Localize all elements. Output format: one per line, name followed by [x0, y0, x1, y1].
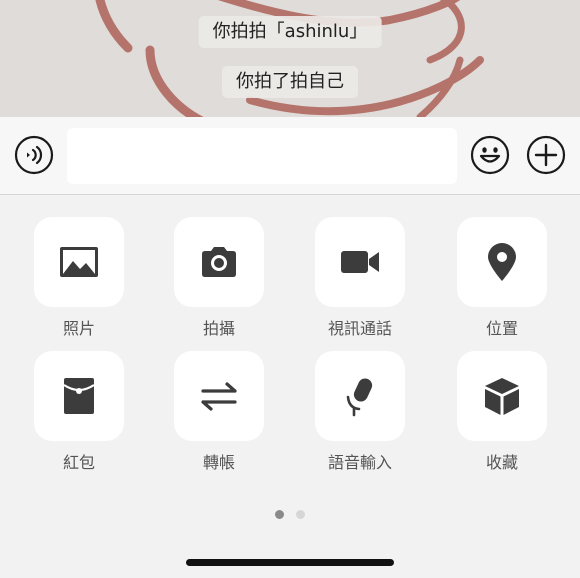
video-call-tile[interactable]: 視訊通話 — [315, 217, 405, 339]
home-indicator[interactable] — [186, 559, 394, 566]
microphone-icon — [346, 378, 373, 417]
input-bar — [0, 117, 580, 195]
photos-tile[interactable]: 照片 — [34, 217, 124, 339]
red-envelope-tile[interactable]: 紅包 — [34, 351, 124, 473]
transfer-arrows-icon — [201, 382, 237, 411]
more-button[interactable] — [526, 135, 566, 175]
image-icon — [60, 247, 98, 277]
camera-icon — [202, 247, 236, 277]
function-panel: 照片 拍攝 視訊通話 位置 紅包 轉帳 語音輸入 收藏 — [0, 195, 580, 578]
tile-icon-box[interactable] — [457, 351, 547, 441]
red-envelope-icon — [63, 378, 95, 414]
favorites-tile[interactable]: 收藏 — [457, 351, 547, 473]
tile-label: 照片 — [62, 319, 95, 338]
transfer-tile[interactable]: 轉帳 — [174, 351, 264, 473]
tile-icon-box[interactable] — [315, 217, 405, 307]
tile-label: 轉帳 — [202, 453, 235, 472]
system-message: 你拍拍「ashinlu」 — [198, 16, 382, 48]
tile-icon-box[interactable] — [174, 217, 264, 307]
camera-tile[interactable]: 拍攝 — [174, 217, 264, 339]
location-pin-icon — [488, 243, 516, 281]
system-message: 你拍了拍自己 — [222, 66, 358, 98]
tile-label: 拍攝 — [202, 319, 235, 338]
tile-icon-box[interactable] — [34, 351, 124, 441]
emoji-icon — [470, 135, 510, 175]
voice-input-tile[interactable]: 語音輸入 — [315, 351, 405, 473]
tile-icon-box[interactable] — [457, 217, 547, 307]
plus-icon — [526, 135, 566, 175]
page-dot[interactable] — [296, 510, 305, 519]
tile-label: 紅包 — [62, 453, 95, 472]
voice-button[interactable] — [14, 135, 54, 175]
video-camera-icon — [341, 251, 379, 273]
tile-icon-box[interactable] — [315, 351, 405, 441]
tile-label: 位置 — [485, 319, 518, 338]
location-tile[interactable]: 位置 — [457, 217, 547, 339]
page-indicator — [0, 504, 580, 523]
tile-label: 語音輸入 — [327, 453, 392, 472]
chat-area: 你拍拍「ashinlu」 你拍了拍自己 — [0, 0, 580, 117]
page-dot-active[interactable] — [275, 510, 284, 519]
cube-icon — [485, 378, 519, 415]
message-input[interactable] — [67, 128, 457, 184]
tile-label: 視訊通話 — [327, 319, 392, 338]
emoji-button[interactable] — [470, 135, 510, 175]
tile-label: 收藏 — [485, 453, 518, 472]
tile-icon-box[interactable] — [34, 217, 124, 307]
tile-icon-box[interactable] — [174, 351, 264, 441]
voice-icon — [14, 135, 54, 175]
